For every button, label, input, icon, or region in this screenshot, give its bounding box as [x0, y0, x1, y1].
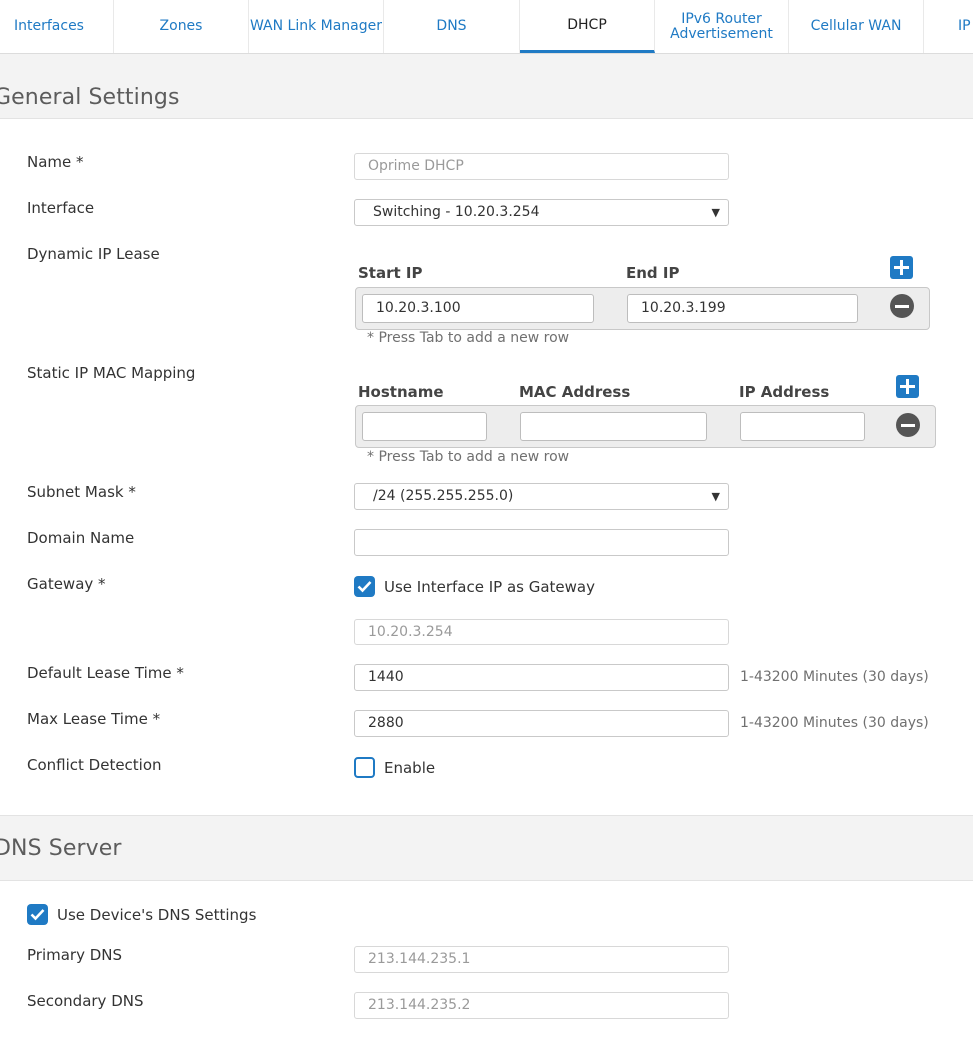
default-lease-time-label: Default Lease Time *: [27, 664, 184, 682]
tab-label: WAN Link Manager: [249, 18, 383, 34]
general-settings-header: General Settings: [0, 54, 973, 119]
mac-address-header: MAC Address: [519, 383, 631, 401]
secondary-dns-label: Secondary DNS: [27, 992, 144, 1010]
gateway-label: Gateway *: [27, 575, 106, 593]
mapping-row: [355, 405, 936, 448]
remove-mapping-row-button[interactable]: [896, 413, 920, 437]
tab-wan-link-manager[interactable]: WAN Link Manager: [249, 0, 384, 53]
lease-row: 10.20.3.100 10.20.3.199: [355, 287, 930, 330]
default-lease-time-hint: 1-43200 Minutes (30 days): [740, 669, 929, 685]
domain-name-field[interactable]: [354, 529, 729, 556]
use-device-dns-checkbox[interactable]: [27, 904, 48, 925]
add-lease-row-button[interactable]: [890, 256, 913, 279]
tab-label-line2: Advertisement: [670, 25, 773, 42]
conflict-detection-checkbox[interactable]: [354, 757, 375, 778]
network-tab-bar: Interfaces Zones WAN Link Manager DNS DH…: [0, 0, 973, 54]
domain-name-label: Domain Name: [27, 529, 135, 547]
tab-label: Cellular WAN: [810, 18, 902, 34]
start-ip-header: Start IP: [358, 264, 423, 282]
remove-lease-row-button[interactable]: [890, 294, 914, 318]
mac-address-input[interactable]: [520, 412, 707, 441]
primary-dns-field[interactable]: 213.144.235.1: [354, 946, 729, 973]
tab-zones[interactable]: Zones: [114, 0, 249, 53]
tab-label: DHCP: [567, 16, 607, 33]
end-ip-header: End IP: [626, 264, 680, 282]
mapping-tab-note: * Press Tab to add a new row: [367, 449, 570, 465]
ip-address-header: IP Address: [739, 383, 830, 401]
conflict-detection-label: Conflict Detection: [27, 756, 162, 774]
hostname-header: Hostname: [358, 383, 444, 401]
use-interface-ip-checkbox[interactable]: [354, 576, 375, 597]
subnet-mask-value: /24 (255.255.255.0): [373, 488, 514, 504]
start-ip-input[interactable]: 10.20.3.100: [362, 294, 594, 323]
name-label: Name *: [27, 153, 84, 171]
name-field[interactable]: Oprime DHCP: [354, 153, 729, 180]
tab-ipv6-router-advertisement[interactable]: IPv6 Router Advertisement: [655, 0, 789, 53]
secondary-dns-field[interactable]: 213.144.235.2: [354, 992, 729, 1019]
interface-select[interactable]: Switching - 10.20.3.254 ▼: [354, 199, 729, 226]
tab-label: Zones: [159, 18, 203, 34]
tab-label: Interfaces: [14, 18, 84, 34]
static-ip-mac-mapping-label: Static IP MAC Mapping: [27, 364, 196, 382]
tab-cellular-wan[interactable]: Cellular WAN: [789, 0, 924, 53]
tab-dhcp[interactable]: DHCP: [520, 0, 655, 53]
primary-dns-label: Primary DNS: [27, 946, 123, 964]
max-lease-time-hint: 1-43200 Minutes (30 days): [740, 715, 929, 731]
section-title: DNS Server: [0, 836, 122, 861]
dhcp-page: Interfaces Zones WAN Link Manager DNS DH…: [0, 0, 973, 1038]
checkmark-icon: [30, 909, 45, 921]
subnet-mask-select[interactable]: /24 (255.255.255.0) ▼: [354, 483, 729, 510]
dns-server-header: DNS Server: [0, 815, 973, 881]
end-ip-input[interactable]: 10.20.3.199: [627, 294, 858, 323]
tab-label: DNS: [436, 18, 467, 34]
interface-value: Switching - 10.20.3.254: [373, 204, 540, 220]
tab-label: IP: [958, 18, 971, 34]
dynamic-ip-lease-label: Dynamic IP Lease: [27, 245, 160, 263]
default-lease-time-field[interactable]: 1440: [354, 664, 729, 691]
gateway-field[interactable]: 10.20.3.254: [354, 619, 729, 645]
ip-address-input[interactable]: [740, 412, 865, 441]
interface-label: Interface: [27, 199, 95, 217]
tab-interfaces[interactable]: Interfaces: [0, 0, 114, 53]
use-interface-ip-label: Use Interface IP as Gateway: [384, 578, 595, 596]
chevron-down-icon: ▼: [711, 490, 720, 503]
conflict-detection-enable-label: Enable: [384, 759, 436, 777]
hostname-input[interactable]: [362, 412, 487, 441]
tab-dns[interactable]: DNS: [384, 0, 520, 53]
max-lease-time-field[interactable]: 2880: [354, 710, 729, 737]
tab-ip[interactable]: IP: [924, 0, 973, 53]
lease-tab-note: * Press Tab to add a new row: [367, 330, 570, 346]
max-lease-time-label: Max Lease Time *: [27, 710, 161, 728]
use-device-dns-label: Use Device's DNS Settings: [57, 906, 257, 924]
section-title: General Settings: [0, 85, 180, 110]
checkmark-icon: [357, 581, 372, 593]
tab-label-line1: IPv6 Router: [681, 10, 762, 27]
chevron-down-icon: ▼: [711, 206, 720, 219]
subnet-mask-label: Subnet Mask *: [27, 483, 136, 501]
add-mapping-row-button[interactable]: [896, 375, 919, 398]
